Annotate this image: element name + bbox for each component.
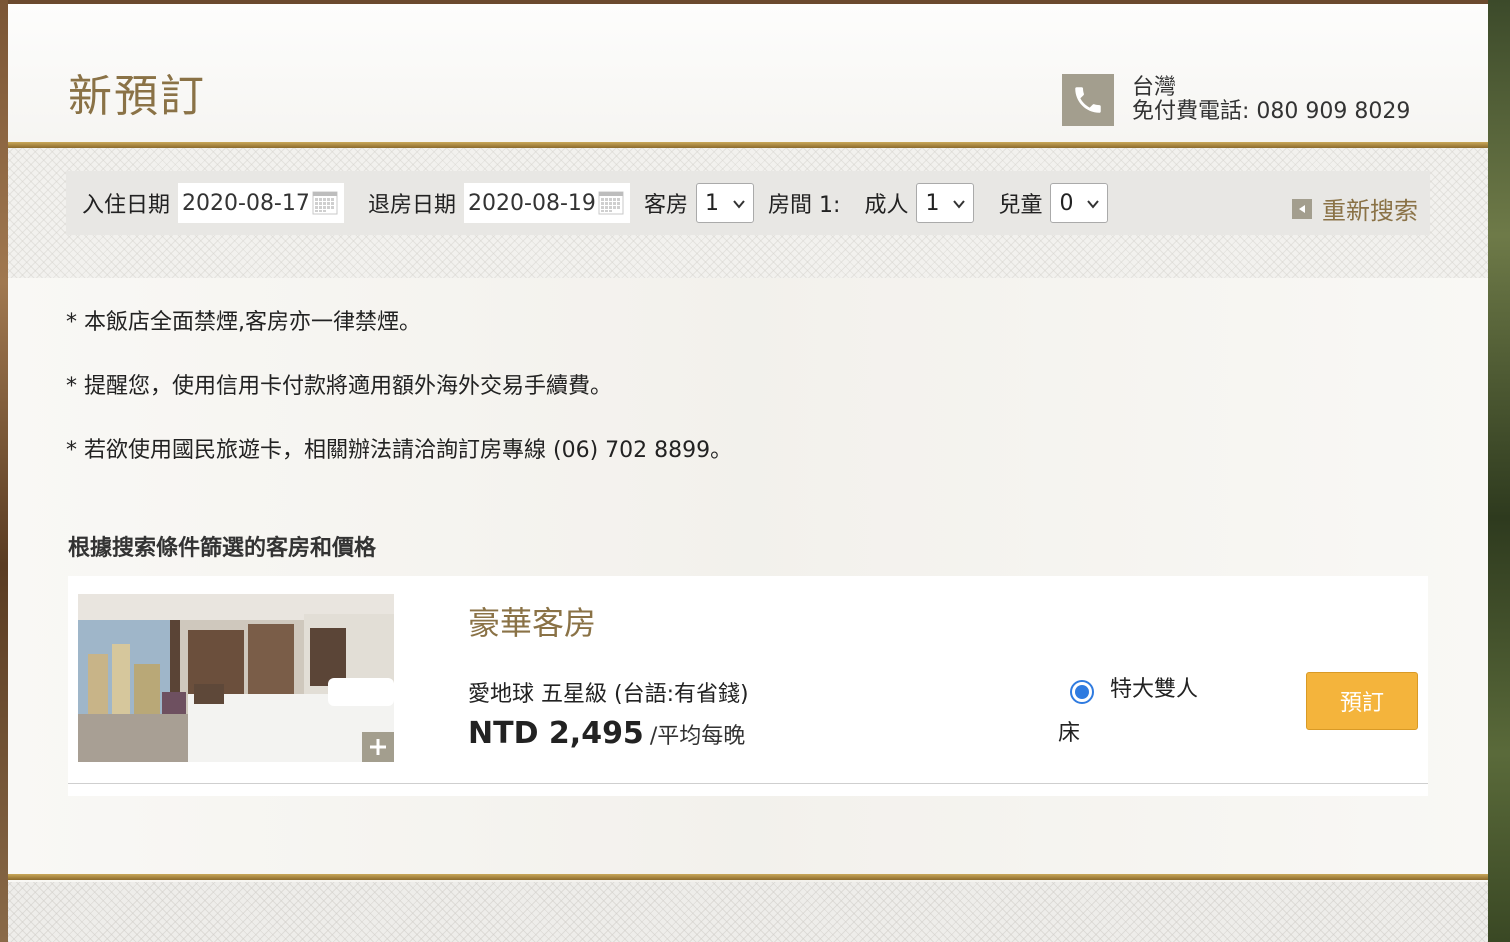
expand-photo-button[interactable]	[362, 732, 394, 762]
room-card-divider	[68, 783, 1428, 784]
chevron-down-icon	[1087, 200, 1100, 209]
price-row: NTD 2,495/平均每晚	[468, 716, 745, 751]
radio-selected-dot	[1075, 685, 1089, 699]
booking-page: 新預訂 台灣 免付費電話: 080 909 8029 入住日期 2020-08-…	[8, 4, 1488, 942]
children-select[interactable]: 0	[1050, 183, 1109, 223]
room-photo[interactable]	[78, 594, 394, 762]
checkin-label: 入住日期	[82, 193, 171, 218]
checkin-date-input[interactable]: 2020-08-17	[178, 183, 345, 223]
notice-item: * 若欲使用國民旅遊卡，相關辦法請洽詢訂房專線 (06) 702 8899。	[66, 438, 733, 463]
calendar-icon[interactable]	[312, 191, 338, 215]
checkout-label: 退房日期	[368, 193, 457, 218]
reset-search-label: 重新搜索	[1322, 197, 1418, 225]
phone-info: 台灣 免付費電話: 080 909 8029	[1132, 76, 1410, 124]
rate-name: 愛地球 五星級 (台語:有省錢)	[468, 682, 749, 707]
price-amount: NTD 2,495	[468, 716, 644, 751]
background-left-edge	[0, 0, 8, 942]
adults-select[interactable]: 1	[916, 183, 975, 223]
rooms-label: 客房	[644, 193, 689, 218]
phone-region: 台灣	[1132, 75, 1177, 100]
notices: * 本飯店全面禁煙,客房亦一律禁煙。 * 提醒您，使用信用卡付款將適用額外海外交…	[66, 304, 732, 496]
phone-icon	[1062, 74, 1114, 126]
notice-item: * 本飯店全面禁煙,客房亦一律禁煙。	[66, 310, 421, 335]
checkin-date-value: 2020-08-17	[182, 190, 310, 216]
notice-item: * 提醒您，使用信用卡付款將適用額外海外交易手續費。	[66, 374, 612, 399]
adults-label: 成人	[864, 193, 909, 218]
children-label: 兒童	[998, 193, 1043, 218]
room-photo-illustration	[78, 594, 394, 762]
bed-type-label-line1: 特大雙人	[1110, 677, 1199, 702]
results-section-title: 根據搜索條件篩選的客房和價格	[68, 536, 377, 561]
page-title: 新預訂	[68, 71, 206, 122]
children-select-value: 0	[1059, 190, 1074, 216]
plus-icon	[370, 739, 386, 755]
footer-divider	[8, 874, 1488, 880]
phone-number: 免付費電話: 080 909 8029	[1132, 99, 1411, 124]
checkout-date-input[interactable]: 2020-08-19	[464, 183, 631, 223]
reset-search-button[interactable]: 重新搜索	[1292, 191, 1418, 226]
room-card: 豪華客房 愛地球 五星級 (台語:有省錢) NTD 2,495/平均每晚 特大雙…	[68, 576, 1428, 796]
adults-select-value: 1	[925, 190, 940, 216]
rooms-select-value: 1	[705, 190, 720, 216]
chevron-down-icon	[733, 200, 745, 209]
bed-radio-button[interactable]	[1070, 680, 1094, 704]
rooms-select[interactable]: 1	[696, 183, 755, 223]
calendar-icon[interactable]	[598, 191, 624, 215]
price-suffix: /平均每晚	[649, 724, 746, 749]
room1-label: 房間 1:	[768, 193, 841, 218]
bed-type-label-line2: 床	[1058, 721, 1081, 746]
book-button[interactable]: 預訂	[1306, 672, 1418, 730]
checkout-date-value: 2020-08-19	[468, 190, 596, 216]
search-bar: 入住日期 2020-08-17 退房日期 2020-08-19 客房 1 房間 …	[66, 171, 1430, 235]
footer-pattern-band	[8, 882, 1488, 942]
room-name: 豪華客房	[468, 604, 597, 642]
header: 新預訂 台灣 免付費電話: 080 909 8029	[8, 4, 1488, 142]
caret-left-icon	[1292, 198, 1312, 219]
chevron-down-icon	[953, 200, 966, 209]
background-right-edge	[1488, 0, 1510, 942]
